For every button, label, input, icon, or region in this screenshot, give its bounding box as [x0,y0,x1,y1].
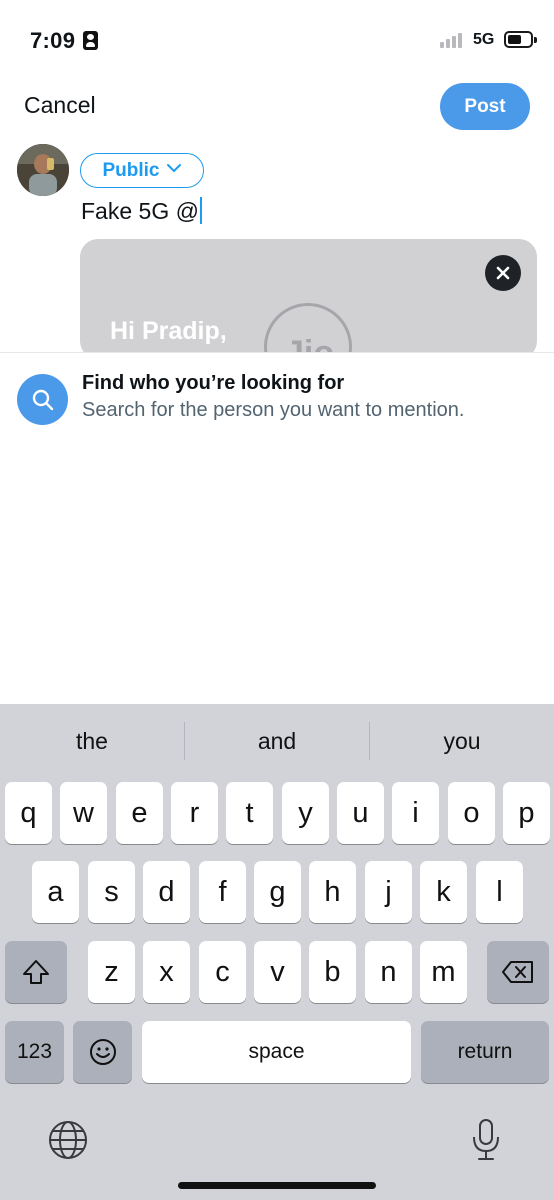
key-r[interactable]: r [171,782,218,844]
key-h[interactable]: h [309,861,356,923]
key-g[interactable]: g [254,861,301,923]
shift-key[interactable] [5,941,67,1003]
suggestion-subtitle: Search for the person you want to mentio… [82,399,465,421]
remove-media-button[interactable] [485,255,521,291]
key-t[interactable]: t [226,782,273,844]
key-o[interactable]: o [448,782,495,844]
keyboard: the and you q w e r t y u i o p a s d f … [0,704,554,1200]
prediction-1[interactable]: the [32,728,152,755]
prediction-divider [369,722,370,760]
key-n[interactable]: n [365,941,412,1003]
cancel-button[interactable]: Cancel [24,92,96,119]
attached-image[interactable]: Hi Pradip, Jio [80,239,537,359]
key-l[interactable]: l [476,861,523,923]
card-greeting: Hi Pradip, [110,317,227,345]
key-z[interactable]: z [88,941,135,1003]
key-v[interactable]: v [254,941,301,1003]
key-b[interactable]: b [309,941,356,1003]
avatar[interactable] [17,144,69,196]
shift-icon [23,960,49,984]
key-u[interactable]: u [337,782,384,844]
key-y[interactable]: y [282,782,329,844]
key-i[interactable]: i [392,782,439,844]
prediction-divider [184,722,185,760]
close-icon [496,266,510,280]
delete-key[interactable] [487,941,549,1003]
status-time: 7:09 [30,28,76,53]
home-indicator [178,1182,376,1189]
key-a[interactable]: a [32,861,79,923]
post-button[interactable]: Post [440,83,530,130]
key-e[interactable]: e [116,782,163,844]
battery-icon [504,31,537,48]
key-f[interactable]: f [199,861,246,923]
prediction-2[interactable]: and [217,728,337,755]
status-bar: 7:09 5G [0,0,554,80]
emoji-key[interactable] [73,1021,132,1083]
mention-suggestion-panel: Find who you’re looking for Search for t… [0,352,554,704]
prediction-3[interactable]: you [402,728,522,755]
emoji-icon [89,1039,116,1065]
network-label: 5G [473,31,495,48]
microphone-icon[interactable] [469,1117,503,1163]
key-j[interactable]: j [365,861,412,923]
contact-card-icon [83,31,98,50]
key-p[interactable]: p [503,782,550,844]
tweet-text: Fake 5G @ [81,198,199,224]
chevron-down-icon [166,160,182,182]
key-k[interactable]: k [420,861,467,923]
tweet-text-input[interactable]: Fake 5G @ [81,197,202,225]
key-x[interactable]: x [143,941,190,1003]
globe-icon[interactable] [47,1119,89,1161]
signal-icon [440,32,466,48]
key-c[interactable]: c [199,941,246,1003]
text-caret [199,197,202,224]
space-key[interactable]: space [142,1021,411,1083]
key-s[interactable]: s [88,861,135,923]
search-icon [17,374,68,425]
key-w[interactable]: w [60,782,107,844]
numbers-key[interactable]: 123 [5,1021,64,1083]
audience-label: Public [102,159,160,181]
suggestion-title: Find who you’re looking for [82,372,345,394]
audience-selector[interactable]: Public [80,153,204,188]
return-key[interactable]: return [421,1021,549,1083]
key-m[interactable]: m [420,941,467,1003]
key-q[interactable]: q [5,782,52,844]
backspace-icon [502,961,533,983]
key-d[interactable]: d [143,861,190,923]
